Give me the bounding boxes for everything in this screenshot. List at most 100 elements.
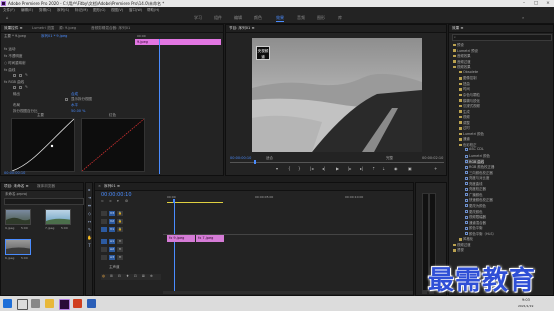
quality-dropdown[interactable]: 完整	[386, 156, 393, 161]
search-icon[interactable]: ⌕	[522, 15, 524, 20]
a2-label[interactable]: A2	[109, 247, 115, 252]
workspace-graphics[interactable]: 图形	[317, 15, 325, 21]
project-item-thumb-3[interactable]	[5, 239, 31, 255]
work-area-bar[interactable]	[167, 202, 223, 203]
effect-item[interactable]: 调整	[459, 120, 470, 125]
timeline-clip-7[interactable]: fx 7.jpeg	[196, 235, 224, 242]
effect-item[interactable]: 图像控制	[459, 75, 477, 80]
effects-search-input[interactable]: ⌕	[452, 34, 552, 41]
a3-lock-icon[interactable]: M	[117, 255, 123, 260]
effect-item[interactable]: 更改为颜色	[465, 203, 486, 208]
effect-item[interactable]: 三向颜色校正器	[465, 170, 493, 175]
layout-dropdown[interactable]: 水平	[71, 103, 78, 108]
tool-icon-a[interactable]: ⊞	[110, 274, 113, 278]
program-playhead[interactable]	[254, 160, 256, 164]
app-taskbar-icon-1[interactable]	[73, 299, 82, 308]
project-item-thumb-1[interactable]	[5, 209, 31, 225]
ellipse-mask-icon[interactable]	[13, 74, 16, 77]
split-view-checkbox[interactable]	[65, 98, 68, 101]
effect-item[interactable]: 更改颜色	[465, 209, 483, 214]
effect-item[interactable]: 视频效果	[453, 64, 471, 69]
snap-icon[interactable]: ⊂	[101, 199, 104, 203]
workspace-editing[interactable]: 编辑	[234, 15, 242, 21]
pen-tool-icon[interactable]: ✎	[87, 227, 92, 232]
timeline-clip-9[interactable]: fx 9.jpeg	[167, 235, 195, 242]
effect-item[interactable]: 视频	[459, 114, 470, 119]
timeline-scrollbar[interactable]	[163, 291, 413, 294]
effect-item[interactable]: 亮度校正器	[465, 186, 486, 191]
master-curve-graph[interactable]	[11, 118, 75, 172]
effect-item[interactable]: 颜色平衡（HLS）	[465, 231, 496, 236]
fx-curves-row[interactable]: fx 曲线	[4, 68, 15, 73]
effect-item[interactable]: 通道混合器	[465, 220, 486, 225]
effect-item[interactable]: 亮度与对比度	[465, 175, 489, 180]
add-marker-timeline-icon[interactable]: ▾	[117, 199, 119, 203]
ec-clip-bar[interactable]: 9.jpeg	[135, 39, 221, 45]
workspace-effects[interactable]: 效果	[276, 15, 284, 22]
pen-mask-icon-2[interactable]: ✎	[25, 85, 28, 89]
v1-label[interactable]: V1	[109, 227, 115, 232]
tab-audio-clip-mixer[interactable]: 音频剪辑混合器: 序列01	[91, 26, 130, 31]
solo-left-button[interactable]	[422, 291, 427, 294]
fx-motion-row[interactable]: fx 运动	[4, 47, 15, 52]
v3-lock-icon[interactable]: 🔒	[117, 211, 123, 216]
tab-sequence-01[interactable]: 序列01 ≡	[104, 184, 120, 189]
fx-opacity-row[interactable]: fx 不透明度	[4, 54, 22, 59]
project-search-input[interactable]	[4, 198, 84, 205]
effect-item[interactable]: 扭曲	[459, 81, 470, 86]
maximize-button[interactable]: □	[530, 0, 542, 7]
workspace-libraries[interactable]: 库	[338, 15, 342, 21]
v2-label[interactable]: V2	[109, 219, 115, 224]
rect-mask-icon-2[interactable]	[19, 86, 22, 89]
file-explorer-icon[interactable]	[45, 299, 54, 308]
effect-item[interactable]: 色彩校正	[459, 142, 477, 147]
ec-playhead[interactable]	[159, 39, 160, 174]
effect-item[interactable]: Lumetri 预设	[453, 48, 478, 53]
a2-target[interactable]	[101, 247, 107, 252]
split-percent-value[interactable]: 50.00 %	[71, 109, 85, 113]
tool-icon-e[interactable]: ⊠	[142, 274, 145, 278]
tab-source[interactable]: 源: 9.jpeg	[59, 26, 76, 31]
a3-label[interactable]: A3	[109, 255, 115, 260]
effect-item[interactable]: 音频效果	[453, 53, 471, 58]
selection-tool-icon[interactable]: ▸	[87, 187, 92, 192]
type-tool-icon[interactable]: T	[87, 243, 92, 248]
workspace-learn[interactable]: 学习	[194, 15, 202, 21]
effect-item[interactable]: 预设	[453, 42, 464, 47]
a1-target[interactable]	[101, 239, 107, 244]
track-select-tool-icon[interactable]: ⇥	[87, 195, 92, 200]
a2-lock-icon[interactable]: M	[117, 247, 123, 252]
effect-item[interactable]: 时间	[459, 86, 470, 91]
timeline-timecode[interactable]: 00:00:00:10	[101, 192, 132, 198]
tool-icon-c[interactable]: ♦	[126, 274, 129, 278]
pen-mask-icon[interactable]: ✎	[25, 73, 28, 77]
a1-label[interactable]: A1	[109, 239, 115, 244]
project-item-name-3[interactable]: 6.jpeg	[5, 256, 14, 260]
project-item-thumb-2[interactable]	[45, 209, 71, 225]
tool-icon-b[interactable]: ⊟	[118, 274, 121, 278]
v2-target[interactable]	[101, 219, 107, 224]
home-icon[interactable]: ⌂	[6, 15, 9, 20]
close-button[interactable]: ×	[542, 0, 554, 7]
workspace-color[interactable]: 颜色	[254, 15, 262, 21]
effect-item[interactable]: 透视	[453, 247, 464, 252]
premiere-taskbar-icon[interactable]	[59, 299, 70, 310]
mark-out-icon[interactable]: }	[298, 166, 301, 171]
effect-item[interactable]: 沉浸式视频	[459, 103, 480, 108]
word-taskbar-icon[interactable]	[87, 299, 96, 308]
tool-icon-d[interactable]: ⊡	[134, 274, 137, 278]
ellipse-mask-icon-2[interactable]	[13, 86, 16, 89]
project-item-name-2[interactable]: 7.jpeg	[45, 226, 54, 230]
add-button-icon[interactable]: +	[434, 166, 437, 171]
project-item-name-1[interactable]: 9.jpeg	[5, 226, 14, 230]
go-to-out-icon[interactable]: ▸|	[360, 166, 363, 171]
effect-item[interactable]: 模糊与锐化	[459, 98, 480, 103]
search-taskbar-icon[interactable]	[17, 299, 28, 310]
effect-item[interactable]: 通道	[459, 136, 470, 141]
windows-start-icon[interactable]	[3, 299, 12, 308]
program-timecode[interactable]: 00:00:00:10	[230, 156, 251, 160]
extract-icon[interactable]: ⇣	[382, 166, 385, 171]
red-curve-graph[interactable]	[81, 118, 145, 172]
effect-item[interactable]: 颜色平衡	[465, 225, 483, 230]
a1-lock-icon[interactable]: M	[117, 239, 123, 244]
